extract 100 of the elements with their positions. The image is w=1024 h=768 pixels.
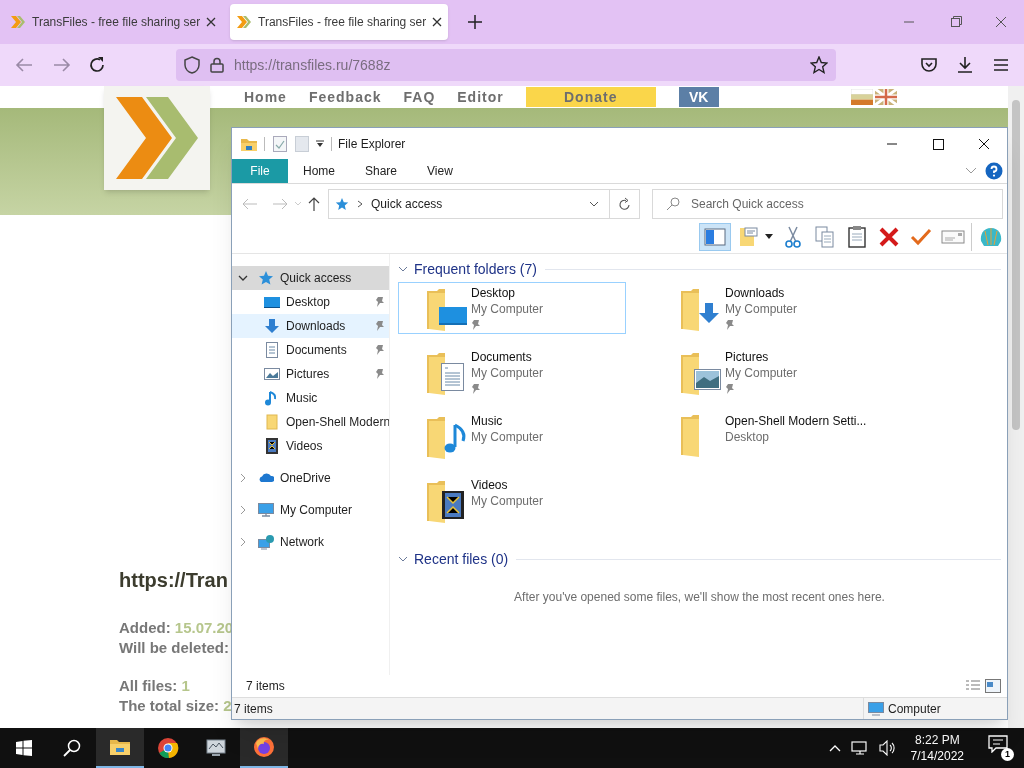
folder-location: Desktop [725, 429, 771, 445]
section-header[interactable]: Frequent folders (7) [398, 258, 537, 280]
flag-icon[interactable] [850, 89, 873, 105]
address-field[interactable]: Quick access [328, 188, 640, 219]
item-count: 7 items [246, 678, 285, 695]
window-title: File Explorer [338, 135, 406, 153]
browser-tab[interactable]: TransFiles - free file sharing ser [4, 4, 222, 40]
nav-link[interactable]: Editor [457, 86, 504, 108]
chevron-down-icon[interactable] [589, 200, 599, 207]
download-arrow-icon [264, 318, 280, 334]
nav-tree-item[interactable]: Open-Shell Modern [232, 410, 389, 434]
expanded-icon [238, 274, 248, 282]
folder-tile[interactable]: Documents My Computer [398, 346, 626, 398]
folder-name: Videos [471, 477, 509, 493]
refresh-icon[interactable] [618, 196, 631, 211]
close-icon[interactable] [206, 17, 216, 27]
section-header[interactable]: Recent files (0) [398, 548, 509, 570]
folder-location: My Computer [725, 365, 798, 381]
dropdown-icon [765, 233, 773, 240]
flag-icon[interactable] [874, 89, 897, 105]
expanded-icon [398, 265, 408, 273]
note-icon [737, 224, 761, 249]
site-favicon-icon [236, 14, 252, 30]
folder-tile[interactable]: Pictures My Computer [652, 346, 880, 398]
nav-tree-item[interactable]: Downloads [232, 314, 389, 338]
nav-tree-item[interactable]: Desktop [232, 290, 389, 314]
address-text: Quick access [371, 195, 444, 213]
url-text: https://transfiles.ru/7688z [234, 55, 392, 75]
status-text: 7 items [233, 700, 274, 718]
folder-tile[interactable]: Videos My Computer [398, 474, 626, 526]
nav-tree-item[interactable]: Music [232, 386, 389, 410]
up-icon[interactable] [308, 196, 320, 211]
ribbon-tab[interactable]: View [412, 159, 468, 183]
nav-link[interactable]: Home [244, 86, 287, 108]
taskbar-app-button[interactable] [240, 728, 288, 768]
copy-icon [813, 224, 837, 249]
search-icon [63, 739, 81, 757]
donate-button[interactable]: Donate [525, 87, 656, 107]
taskbar-app-button[interactable] [96, 728, 144, 768]
help-icon[interactable] [985, 162, 1003, 180]
folder-tile[interactable]: Desktop My Computer [398, 282, 626, 334]
folder-icon [681, 415, 699, 457]
folder-tile[interactable]: Music My Computer [398, 410, 626, 462]
chevron-up-icon[interactable] [828, 744, 841, 752]
site-favicon-icon [10, 14, 26, 30]
notification-button[interactable]: 1 [988, 735, 1014, 761]
clock[interactable]: 8:22 PM 7/14/2022 [906, 732, 968, 764]
folder-tile[interactable]: Downloads My Computer [652, 282, 880, 334]
forward-icon[interactable] [52, 57, 72, 73]
star-icon [335, 196, 349, 211]
info-text: All files: 1 [119, 676, 190, 695]
reload-icon[interactable] [88, 56, 106, 74]
computer-icon [258, 502, 274, 518]
nav-tree-item[interactable]: Pictures [232, 362, 389, 386]
ribbon-tab[interactable]: Home [288, 159, 350, 183]
picture-icon [264, 366, 280, 382]
menu-icon[interactable] [992, 56, 1010, 74]
nav-tree-item[interactable]: Network [232, 530, 389, 554]
chevron-right-icon [357, 199, 363, 208]
toolbar-button[interactable] [699, 222, 731, 251]
close-icon[interactable] [432, 17, 442, 27]
folder-location: My Computer [471, 301, 544, 317]
folder-location: My Computer [725, 301, 798, 317]
folder-tile[interactable]: Open-Shell Modern Setti... Desktop [652, 410, 880, 462]
notification-count: 1 [1001, 748, 1014, 761]
clipboard-icon [845, 224, 869, 249]
nav-tree-item[interactable]: Quick access [232, 266, 389, 290]
nav-link[interactable]: Feedback [308, 86, 382, 108]
shield-icon [184, 56, 200, 74]
folder-icon [264, 414, 280, 430]
back-icon[interactable] [14, 57, 34, 73]
network-icon[interactable] [850, 740, 869, 756]
empty-message: After you've opened some files, we'll show the most recent ones here. [513, 589, 886, 606]
collapsed-icon [238, 473, 248, 483]
volume-icon[interactable] [878, 740, 897, 756]
tiles-view-icon[interactable] [985, 679, 1001, 693]
download-icon[interactable] [956, 56, 974, 74]
pocket-icon[interactable] [920, 56, 938, 74]
film-icon [264, 438, 280, 454]
nav-link[interactable]: FAQ [403, 86, 436, 108]
windows-logo-icon [16, 740, 32, 756]
folder-name: Desktop [471, 285, 517, 301]
nav-tree-item[interactable]: My Computer [232, 498, 389, 522]
vk-button[interactable]: VK [678, 87, 719, 107]
star-icon [258, 270, 274, 286]
status-location: Computer [888, 700, 941, 718]
nav-tree-item[interactable]: Documents [232, 338, 389, 362]
search-field[interactable]: Search Quick access [652, 188, 1003, 219]
dropdown-icon[interactable] [315, 138, 325, 149]
folder-location: My Computer [471, 429, 544, 445]
info-text: Will be deleted: [119, 638, 229, 657]
ribbon-tab[interactable]: Share [350, 159, 413, 183]
browser-tab[interactable]: TransFiles - free file sharing ser [230, 4, 448, 40]
chrome-icon [156, 736, 180, 760]
nav-tree-item[interactable]: Videos [232, 434, 389, 458]
nav-tree-item[interactable]: OneDrive [232, 466, 389, 490]
scrollbar[interactable] [1008, 86, 1024, 728]
new-tab-icon[interactable] [468, 15, 482, 29]
collapsed-icon [238, 505, 248, 515]
star-icon[interactable] [810, 56, 828, 74]
